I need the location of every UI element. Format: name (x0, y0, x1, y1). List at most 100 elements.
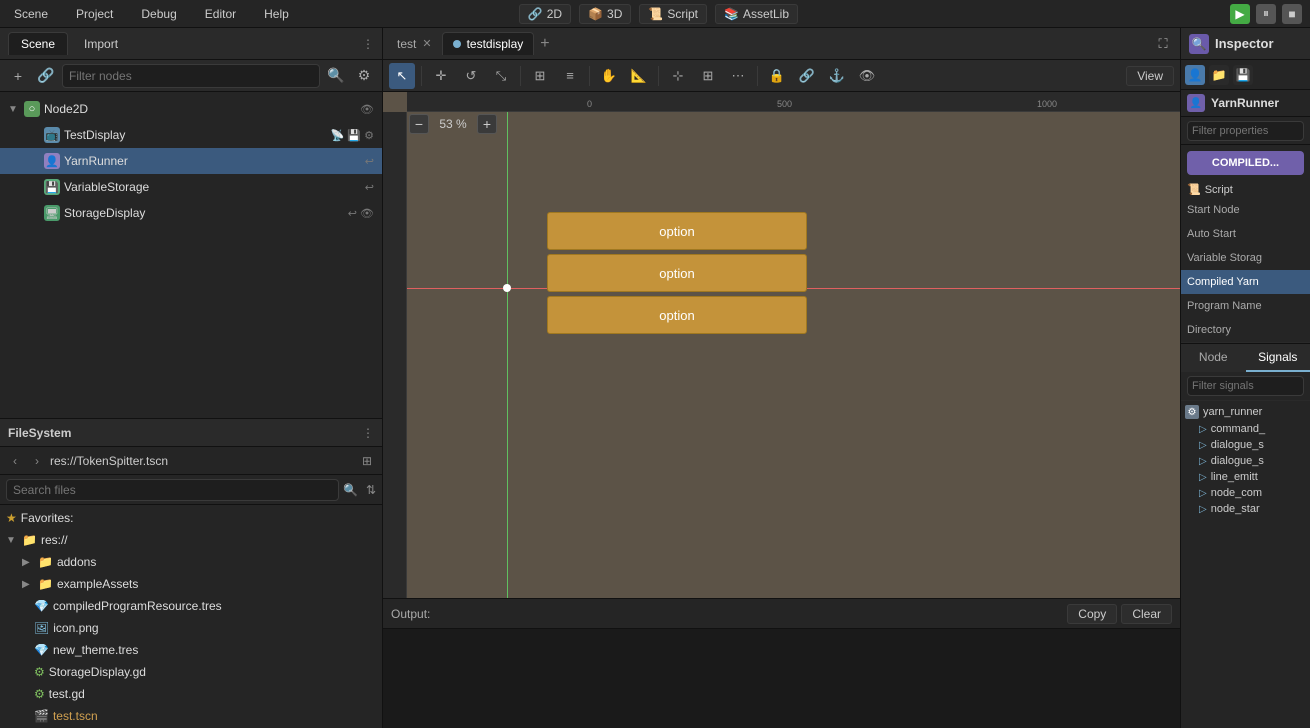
node2d-icon: ○ (24, 101, 40, 117)
fs-item-res[interactable]: ▼ 📁 res:// (0, 529, 382, 551)
play-button[interactable]: ▶ (1230, 4, 1250, 24)
stop-button[interactable]: ■ (1282, 4, 1302, 24)
compiled-button[interactable]: COMPILED... (1187, 151, 1304, 175)
group2-button[interactable]: 🔗 (794, 63, 820, 89)
add-node-button[interactable]: + (6, 64, 30, 88)
fs-options-button[interactable]: ⋮ (362, 426, 374, 440)
search-nodes-button[interactable]: 🔍 (324, 64, 348, 88)
vp-separator-5 (757, 66, 758, 86)
signal-item-nodestar[interactable]: ▷ node_star (1181, 501, 1310, 517)
tab-import[interactable]: Import (72, 33, 130, 55)
fs-breadcrumb: ‹ › res://TokenSpitter.tscn ⊞ (0, 447, 382, 475)
select-tool-button[interactable]: ↖ (389, 63, 415, 89)
signal-item-dialogue2[interactable]: ▷ dialogue_s (1181, 453, 1310, 469)
pause-button[interactable]: ⏸ (1256, 4, 1276, 24)
inspector-filter-input[interactable] (1187, 121, 1304, 141)
inspector-tool-1[interactable]: 👤 (1185, 65, 1205, 85)
fs-sort-button[interactable]: ⇅ (366, 483, 376, 497)
tree-node-yarnrunner[interactable]: 👤 YarnRunner ↩ (0, 148, 382, 174)
right-panel: 🔍 Inspector 👤 📁 💾 👤 YarnRunner COMPILED.… (1180, 28, 1310, 728)
mode-2d-button[interactable]: 🔗 2D (519, 4, 571, 24)
inspector-tool-2[interactable]: 📁 (1209, 65, 1229, 85)
test-tab-close[interactable]: ✕ (422, 37, 431, 50)
filter-nodes-input[interactable] (69, 69, 313, 83)
fs-grid-button[interactable]: ⊞ (358, 452, 376, 470)
snap-button[interactable]: ⊹ (665, 63, 691, 89)
ruler-mark-500: 500 (777, 99, 792, 109)
tab-test[interactable]: test ✕ (387, 33, 442, 55)
signal-connect-icon-4: ▷ (1199, 472, 1207, 483)
tree-node-testdisplay[interactable]: 📺 TestDisplay 📡 💾 ⚙ (0, 122, 382, 148)
fs-back-button[interactable]: ‹ (6, 452, 24, 470)
fs-item-compiled[interactable]: 💎 compiledProgramResource.tres (0, 595, 382, 617)
testdisplay-tab-dot (453, 40, 461, 48)
signal-item-dialogue1[interactable]: ▷ dialogue_s (1181, 437, 1310, 453)
signal-item-nodecom[interactable]: ▷ node_com (1181, 485, 1310, 501)
ruler-tool-button[interactable]: 📐 (626, 63, 652, 89)
signal-item-command[interactable]: ▷ command_ (1181, 421, 1310, 437)
menu-project[interactable]: Project (70, 5, 119, 23)
script-button[interactable]: 📜 Script (639, 4, 707, 24)
scene-options-button[interactable]: ⋮ (362, 37, 374, 51)
assetlib-button[interactable]: 📚 AssetLib (715, 4, 798, 24)
fs-forward-button[interactable]: › (28, 452, 46, 470)
fullscreen-button[interactable]: ⛶ (1150, 31, 1176, 57)
copy-button[interactable]: Copy (1067, 604, 1117, 624)
snap2-button[interactable]: ⊞ (695, 63, 721, 89)
clear-button[interactable]: Clear (1121, 604, 1172, 624)
tab-testdisplay[interactable]: testdisplay (442, 32, 535, 55)
fs-header: FileSystem ⋮ (0, 419, 382, 447)
rotate-tool-button[interactable]: ↺ (458, 63, 484, 89)
mode-3d-button[interactable]: 📦 3D (579, 4, 631, 24)
align-button[interactable]: ≡ (557, 63, 583, 89)
fs-item-icon[interactable]: 🖼 icon.png (0, 617, 382, 639)
link-node-button[interactable]: 🔗 (34, 64, 58, 88)
menu-help[interactable]: Help (258, 5, 295, 23)
vp-separator-1 (421, 66, 422, 86)
signal-group-header[interactable]: ⚙ yarn_runner (1181, 403, 1310, 421)
fs-item-favorites[interactable]: ★ Favorites: (0, 507, 382, 529)
node2d-label: Node2D (44, 102, 356, 116)
lock-button[interactable]: 🔒 (764, 63, 790, 89)
signal-group-icon: ⚙ (1185, 405, 1199, 419)
file-icon-png: 🖼 (34, 621, 49, 635)
zoom-out-button[interactable]: − (409, 114, 429, 134)
fs-item-theme[interactable]: 💎 new_theme.tres (0, 639, 382, 661)
group-button[interactable]: ⊞ (527, 63, 553, 89)
tab-node[interactable]: Node (1181, 344, 1246, 372)
fs-item-testtscn[interactable]: 🎬 test.tscn (0, 705, 382, 727)
fs-search-input[interactable] (6, 479, 339, 501)
tab-scene[interactable]: Scene (8, 32, 68, 55)
fs-addons-label: addons (57, 555, 96, 569)
prop-compiled-yarn[interactable]: Compiled Yarn (1181, 270, 1310, 294)
scale-tool-button[interactable]: ⤡ (488, 63, 514, 89)
option-box-2: option (547, 254, 807, 292)
fs-compiled-label: compiledProgramResource.tres (53, 599, 222, 613)
view-button[interactable]: View (1126, 66, 1174, 86)
fs-item-exampleassets[interactable]: ▶ 📁 exampleAssets (0, 573, 382, 595)
signals-filter-input[interactable] (1187, 376, 1304, 396)
move-tool-button[interactable]: ✛ (428, 63, 454, 89)
visibility-button[interactable]: 👁 (854, 63, 880, 89)
file-icon-testtscn: 🎬 (34, 709, 49, 723)
tab-signals[interactable]: Signals (1246, 344, 1310, 372)
yarnrunner-icons: ↩ (365, 155, 374, 168)
tree-node-variablestorage[interactable]: 💾 VariableStorage ↩ (0, 174, 382, 200)
fs-item-testgd[interactable]: ⚙ test.gd (0, 683, 382, 705)
tree-node-node2d[interactable]: ▼ ○ Node2D 👁 (0, 96, 382, 122)
fs-item-storagedisplaygd[interactable]: ⚙ StorageDisplay.gd (0, 661, 382, 683)
filter-options-button[interactable]: ⚙ (352, 64, 376, 88)
more-options-button[interactable]: ⋯ (725, 63, 751, 89)
inspector-tool-3[interactable]: 💾 (1233, 65, 1253, 85)
menu-debug[interactable]: Debug (135, 5, 182, 23)
tree-node-storagedisplay[interactable]: 🖥 StorageDisplay ↩ 👁 (0, 200, 382, 226)
zoom-in-button[interactable]: + (477, 114, 497, 134)
signal-item-line[interactable]: ▷ line_emitt (1181, 469, 1310, 485)
anchor-button[interactable]: ⚓ (824, 63, 850, 89)
signal-connect-icon-3: ▷ (1199, 456, 1207, 467)
fs-item-addons[interactable]: ▶ 📁 addons (0, 551, 382, 573)
menu-scene[interactable]: Scene (8, 5, 54, 23)
pan-tool-button[interactable]: ✋ (596, 63, 622, 89)
add-tab-button[interactable]: + (534, 35, 555, 53)
menu-editor[interactable]: Editor (199, 5, 242, 23)
